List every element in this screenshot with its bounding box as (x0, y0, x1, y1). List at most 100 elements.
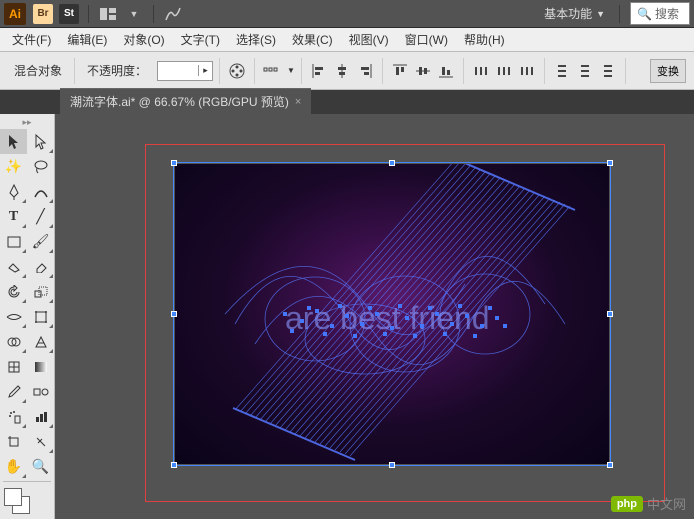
menu-edit[interactable]: 编辑(E) (59, 28, 115, 51)
gpu-icon[interactable] (163, 4, 183, 24)
blend-tool[interactable] (27, 379, 54, 404)
hand-tool[interactable]: ✋ (0, 454, 27, 479)
align-center-v-icon[interactable] (412, 60, 434, 82)
paintbrush-tool[interactable]: 🖌 (27, 229, 54, 254)
eyedropper-tool[interactable] (0, 379, 27, 404)
distribute-v-group (551, 60, 619, 82)
distribute-center-v-icon[interactable] (574, 60, 596, 82)
workspace-switcher[interactable]: 基本功能 ▼ (536, 2, 613, 25)
opacity-label: 不透明度： (81, 62, 153, 79)
menubar: 文件(F) 编辑(E) 对象(O) 文字(T) 选择(S) 效果(C) 视图(V… (0, 28, 694, 52)
tab-close-icon[interactable]: × (295, 96, 301, 108)
symbol-sprayer-tool[interactable] (0, 404, 27, 429)
rectangle-tool[interactable] (0, 229, 27, 254)
align-center-h-icon[interactable] (331, 60, 353, 82)
rotate-tool[interactable] (0, 279, 27, 304)
align-vertical-group (389, 60, 457, 82)
watermark: php 中文网 (611, 494, 686, 513)
align-top-icon[interactable] (389, 60, 411, 82)
document-tab[interactable]: 潮流字体.ai* @ 66.67% (RGB/GPU 预览) × (60, 88, 311, 114)
bridge-icon[interactable]: Br (33, 4, 53, 24)
fill-swatch[interactable] (4, 488, 22, 506)
app-logo: Ai (4, 3, 26, 25)
search-placeholder: 搜索 (655, 5, 679, 22)
selection-tool[interactable] (0, 129, 27, 154)
opacity-input[interactable]: ▸ (157, 61, 213, 81)
column-graph-tool[interactable] (27, 404, 54, 429)
separator (74, 58, 75, 84)
lasso-tool[interactable] (27, 154, 54, 179)
artboard-tool[interactable] (0, 429, 27, 454)
pen-tool[interactable] (0, 179, 27, 204)
menu-help[interactable]: 帮助(H) (456, 28, 513, 51)
menu-window[interactable]: 窗口(W) (397, 28, 456, 51)
stock-icon[interactable]: St (59, 4, 79, 24)
color-swatches[interactable] (0, 484, 54, 518)
control-bar: 混合对象 不透明度： ▸ ▼ 变换 (0, 52, 694, 90)
tab-title: 潮流字体.ai* @ 66.67% (RGB/GPU 预览) (70, 93, 289, 110)
selection-handle[interactable] (607, 160, 613, 166)
menu-select[interactable]: 选择(S) (228, 28, 284, 51)
align-to-selection-icon[interactable] (261, 60, 283, 82)
arrange-icon[interactable] (98, 4, 118, 24)
menu-type[interactable]: 文字(T) (173, 28, 228, 51)
titlebar: Ai Br St ▼ 基本功能 ▼ 🔍 搜索 (0, 0, 694, 28)
separator (625, 58, 626, 84)
selection-handle[interactable] (389, 462, 395, 468)
direct-selection-tool[interactable] (27, 129, 54, 154)
align-bottom-icon[interactable] (435, 60, 457, 82)
eraser-tool[interactable] (27, 254, 54, 279)
distribute-right-icon[interactable] (516, 60, 538, 82)
transform-button[interactable]: 变换 (650, 59, 686, 83)
shaper-tool[interactable] (0, 254, 27, 279)
free-transform-tool[interactable] (27, 304, 54, 329)
zoom-tool[interactable]: 🔍 (27, 454, 54, 479)
distribute-left-icon[interactable] (470, 60, 492, 82)
tab-bar: 潮流字体.ai* @ 66.67% (RGB/GPU 预览) × (0, 90, 694, 114)
slice-tool[interactable] (27, 429, 54, 454)
distribute-bottom-icon[interactable] (597, 60, 619, 82)
mesh-tool[interactable] (0, 354, 27, 379)
menu-effect[interactable]: 效果(C) (284, 28, 341, 51)
distribute-top-icon[interactable] (551, 60, 573, 82)
align-left-icon[interactable] (308, 60, 330, 82)
magic-wand-tool[interactable]: ✨ (0, 154, 27, 179)
perspective-tool[interactable] (27, 329, 54, 354)
menu-file[interactable]: 文件(F) (4, 28, 59, 51)
selection-bounding-box[interactable] (173, 162, 611, 466)
toolbox-grip[interactable]: ▸▸ (0, 116, 54, 129)
arrange-dropdown-icon[interactable]: ▼ (124, 4, 144, 24)
separator (88, 5, 89, 23)
selection-handle[interactable] (607, 311, 613, 317)
type-tool[interactable]: T (0, 204, 27, 229)
align-right-icon[interactable] (354, 60, 376, 82)
separator (544, 58, 545, 84)
selection-handle[interactable] (171, 462, 177, 468)
width-tool[interactable] (0, 304, 27, 329)
toolbox: ▸▸ ✨ T ╱ 🖌 (0, 114, 55, 519)
separator (619, 5, 620, 23)
line-tool[interactable]: ╱ (27, 204, 54, 229)
distribute-center-h-icon[interactable] (493, 60, 515, 82)
scale-tool[interactable] (27, 279, 54, 304)
gradient-tool[interactable] (27, 354, 54, 379)
watermark-logo: php (611, 496, 643, 512)
selection-handle[interactable] (171, 160, 177, 166)
distribute-group (470, 60, 538, 82)
recolor-icon[interactable] (226, 60, 248, 82)
opacity-dropdown-icon[interactable]: ▸ (198, 65, 212, 76)
separator (301, 58, 302, 84)
menu-object[interactable]: 对象(O) (115, 28, 172, 51)
menu-view[interactable]: 视图(V) (341, 28, 397, 51)
shape-builder-tool[interactable] (0, 329, 27, 354)
curvature-tool[interactable] (27, 179, 54, 204)
canvas[interactable]: are best friend (55, 114, 694, 519)
selection-handle[interactable] (171, 311, 177, 317)
separator (219, 58, 220, 84)
chevron-down-icon[interactable]: ▼ (287, 66, 295, 75)
selection-handle[interactable] (607, 462, 613, 468)
search-input[interactable]: 🔍 搜索 (630, 2, 690, 25)
separator (463, 58, 464, 84)
selection-handle[interactable] (389, 160, 395, 166)
search-icon: 🔍 (637, 7, 652, 21)
